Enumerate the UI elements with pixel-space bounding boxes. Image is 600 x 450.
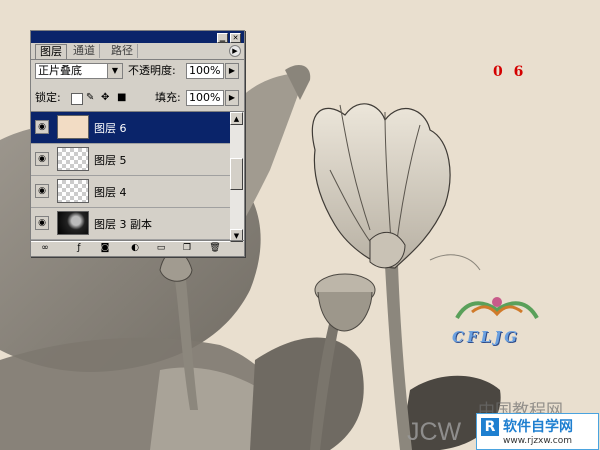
opacity-arrow-icon[interactable]: ▶ [225, 63, 239, 79]
trash-icon[interactable]: 🗑 [209, 243, 221, 254]
layer-row[interactable]: ◉ 图层 4 [31, 176, 230, 208]
lock-brush-icon[interactable]: ✎ [86, 93, 96, 103]
layer-thumbnail [57, 179, 89, 203]
layer-mask-icon[interactable]: ◙ [99, 243, 111, 254]
layer-list: ◉ 图层 6 ◉ 图层 5 ◉ 图层 4 ◉ 图层 3 副本 [31, 111, 230, 242]
lock-all-icon[interactable]: ■ [117, 93, 127, 103]
layer-style-icon[interactable]: ƒ [73, 243, 85, 254]
site-logo: R 软件自学网 www.rjzxw.com [476, 413, 599, 450]
palette-tabs: 图层 通道 路径 ▶ [31, 43, 244, 60]
site-logo-icon: R [481, 418, 499, 436]
palette-bottom-bar: ∞ ƒ ◙ ◐ ▭ ❐ 🗑 [31, 240, 244, 256]
new-group-icon[interactable]: ▭ [155, 243, 167, 254]
adjustment-layer-icon[interactable]: ◐ [129, 243, 141, 254]
watermark-jcw: JCW [407, 418, 462, 446]
layers-scrollbar[interactable]: ▲ ▼ [230, 111, 244, 242]
new-layer-icon[interactable]: ❐ [181, 243, 193, 254]
layer-name: 图层 6 [94, 122, 127, 135]
layer-row[interactable]: ◉ 图层 5 [31, 144, 230, 176]
eye-icon[interactable]: ◉ [35, 120, 49, 134]
blend-mode-value: 正片叠底 [38, 64, 82, 77]
layer-thumbnail [57, 115, 89, 139]
close-icon[interactable]: ✕ [230, 33, 241, 43]
link-layers-icon[interactable]: ∞ [39, 243, 51, 254]
blend-row: 正片叠底 ▼ 不透明度: 100% ▶ [31, 60, 244, 82]
lock-label: 锁定: [35, 91, 61, 104]
lock-move-icon[interactable]: ✥ [101, 93, 111, 103]
eye-icon[interactable]: ◉ [35, 152, 49, 166]
tab-channels[interactable]: 通道 [69, 44, 100, 58]
layer-name: 图层 5 [94, 154, 127, 167]
step-number: 0 6 [493, 64, 527, 80]
layer-row[interactable]: ◉ 图层 6 [31, 112, 230, 144]
site-logo-title: 软件自学网 [503, 419, 573, 435]
layer-row[interactable]: ◉ 图层 3 副本 [31, 208, 230, 240]
scroll-up-icon[interactable]: ▲ [230, 112, 243, 125]
site-logo-url: www.rjzxw.com [503, 436, 572, 446]
palette-menu-icon[interactable]: ▶ [229, 45, 241, 57]
blend-mode-select[interactable]: 正片叠底 ▼ [35, 63, 123, 79]
layer-thumbnail [57, 147, 89, 171]
fill-input[interactable]: 100% [186, 90, 224, 106]
palette-titlebar[interactable]: ▁ ✕ [31, 31, 244, 43]
tab-paths[interactable]: 路径 [107, 44, 138, 58]
eye-icon[interactable]: ◉ [35, 184, 49, 198]
lock-row: 锁定: ✎ ✥ ■ 填充: 100% ▶ [31, 89, 244, 111]
layer-name: 图层 4 [94, 186, 127, 199]
fill-label: 填充: [155, 91, 181, 104]
eye-icon[interactable]: ◉ [35, 216, 49, 230]
chevron-down-icon[interactable]: ▼ [107, 64, 122, 78]
minimize-icon[interactable]: ▁ [217, 33, 228, 43]
fill-arrow-icon[interactable]: ▶ [225, 90, 239, 106]
layer-thumbnail [57, 211, 89, 235]
layer-name: 图层 3 副本 [94, 218, 152, 231]
ornament-emblem [455, 297, 539, 320]
tab-layers[interactable]: 图层 [35, 44, 67, 59]
layers-palette: ▁ ✕ 图层 通道 路径 ▶ 正片叠底 ▼ 不透明度: 100% ▶ 锁定: ✎… [30, 30, 245, 257]
lock-transparency-icon[interactable] [71, 93, 83, 105]
opacity-label: 不透明度: [128, 64, 176, 77]
opacity-input[interactable]: 100% [186, 63, 224, 79]
cfljg-logo: CFLJG [452, 328, 521, 346]
scrollbar-thumb[interactable] [230, 158, 243, 190]
